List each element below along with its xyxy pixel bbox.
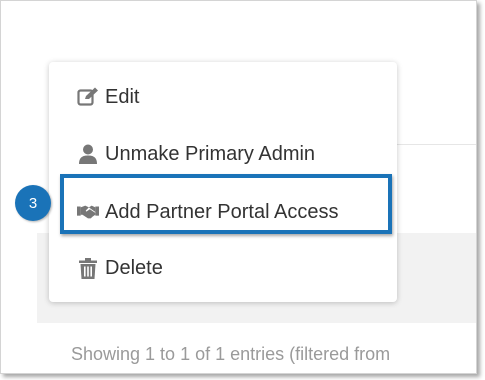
table-info-text: Showing 1 to 1 of 1 entries (filtered fr…	[71, 344, 391, 364]
edit-icon	[77, 86, 99, 108]
menu-item-delete-label: Delete	[105, 256, 163, 279]
menu-item-edit[interactable]: Edit	[77, 82, 139, 112]
callout-highlight-box	[60, 174, 392, 234]
step-number-badge: 3	[15, 185, 51, 221]
trash-icon	[77, 257, 99, 279]
menu-item-unmake-primary-admin-label: Unmake Primary Admin	[105, 142, 316, 165]
screenshot-frame: Showing 1 to 1 of 1 entries (filtered fr…	[0, 0, 477, 374]
menu-item-delete[interactable]: Delete	[77, 253, 163, 283]
menu-item-unmake-primary-admin[interactable]: Unmake Primary Admin	[77, 139, 315, 169]
background-divider	[391, 144, 476, 145]
menu-item-edit-label: Edit	[105, 85, 140, 108]
user-icon	[77, 143, 99, 165]
